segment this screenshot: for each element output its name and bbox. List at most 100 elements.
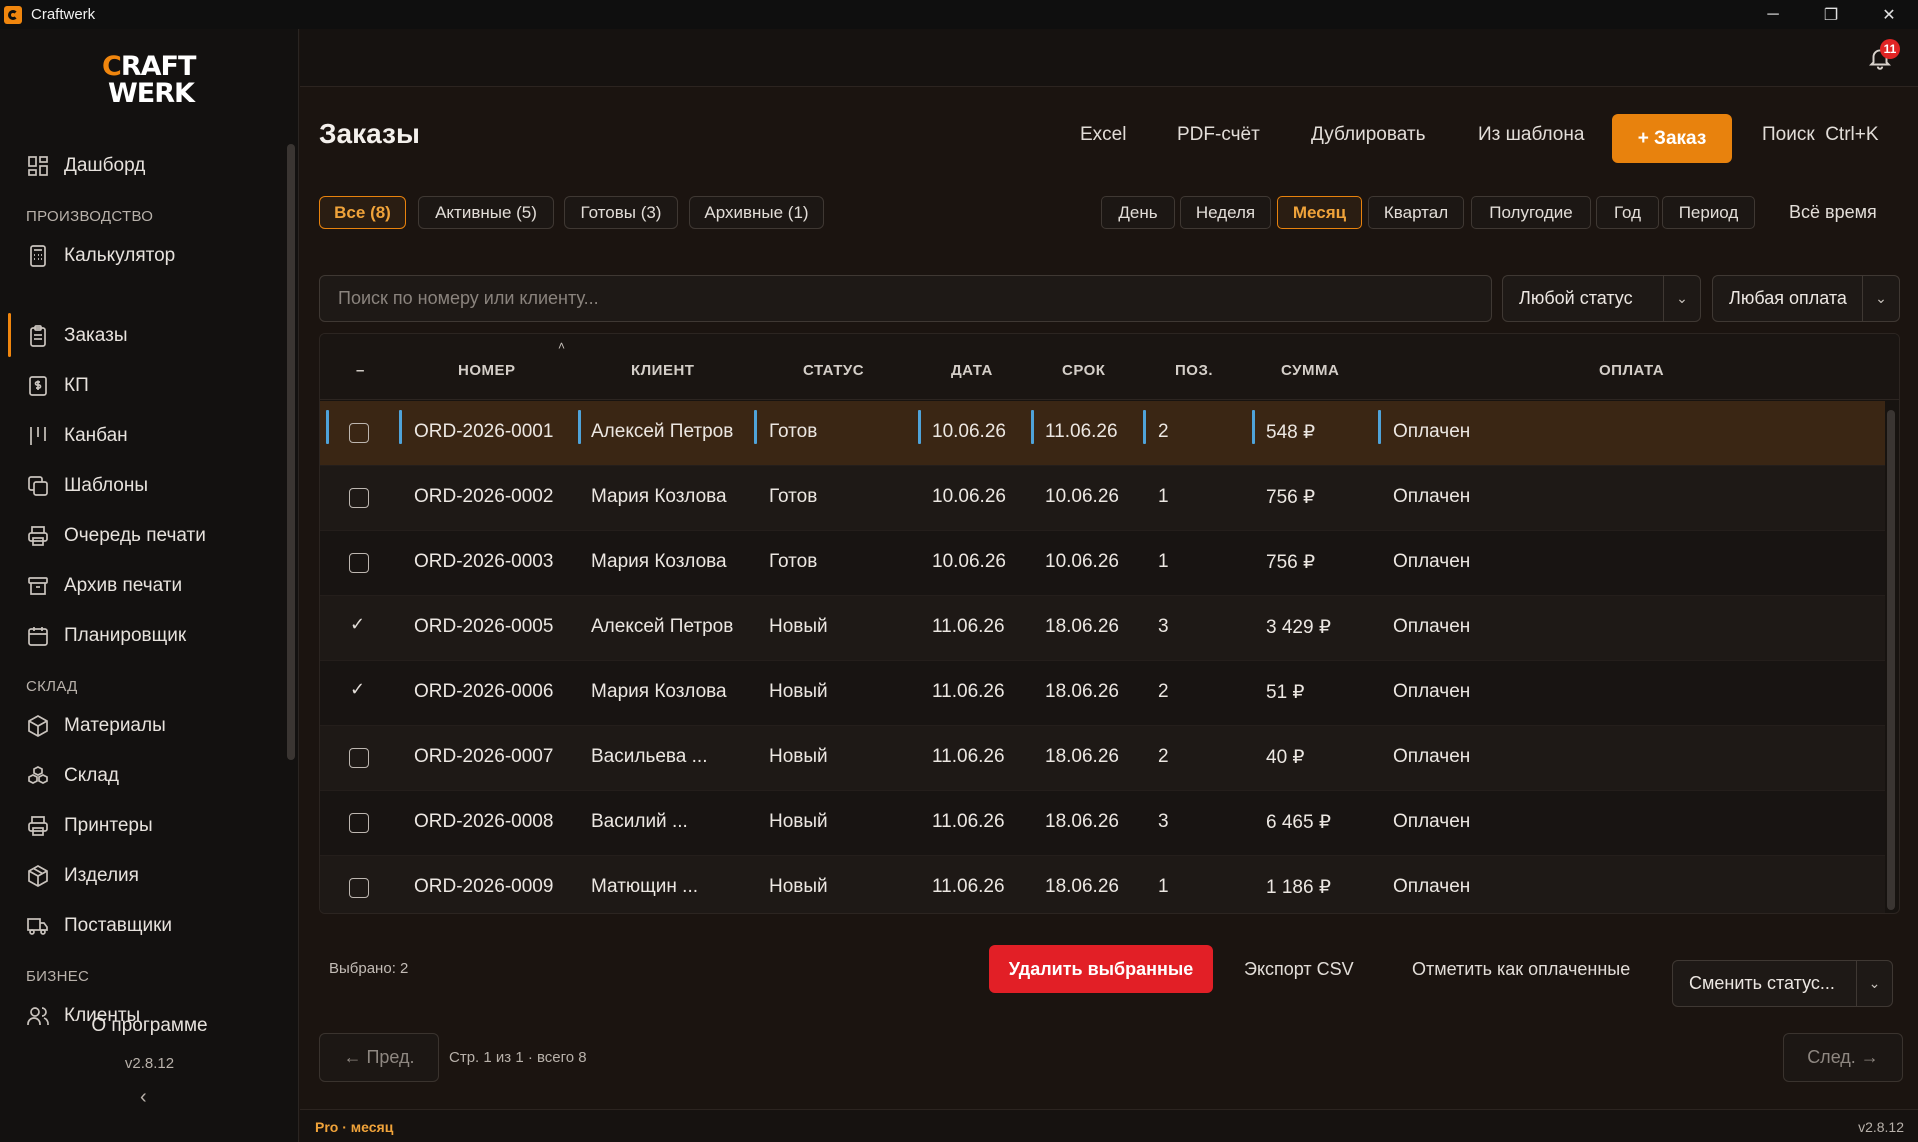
sidebar-item-label: Шаблоны [64, 475, 149, 496]
sidebar-scrollbar[interactable] [287, 144, 295, 760]
copy-icon [24, 472, 52, 500]
notifications-button[interactable]: 11 [1864, 39, 1900, 73]
period-week[interactable]: Неделя [1180, 196, 1271, 229]
sidebar-item-dashboard[interactable]: Дашборд [24, 146, 284, 186]
table-row[interactable]: ORD-2026-0002 Мария Козлова Готов 10.06.26 1… [320, 466, 1885, 531]
maximize-button[interactable]: ❐ [1802, 0, 1860, 29]
cell-status: Готов [769, 551, 818, 572]
table-row[interactable]: ✓ ORD-2026-0006 Мария Козлова Новый 11.06.26… [320, 661, 1885, 726]
cell-client: Мария Козлова [591, 551, 727, 572]
period-all-time[interactable]: Всё время [1789, 202, 1877, 223]
header-client[interactable]: КЛИЕНТ [631, 362, 694, 379]
period-custom[interactable]: Период [1662, 196, 1755, 229]
duplicate-button[interactable]: Дублировать [1311, 124, 1426, 146]
table-row[interactable]: ORD-2026-0003 Мария Козлова Готов 10.06.26 1… [320, 531, 1885, 596]
prev-page-button[interactable]: ← Пред. [319, 1033, 439, 1082]
from-template-button[interactable]: Из шаблона [1478, 124, 1584, 146]
sidebar-item-templates[interactable]: Шаблоны [24, 466, 284, 506]
row-checkbox[interactable] [349, 488, 369, 508]
table-row[interactable]: ORD-2026-0007 Васильева ... Новый 11.06.26 1… [320, 726, 1885, 791]
period-quarter[interactable]: Квартал [1368, 196, 1464, 229]
about-link[interactable]: О программе [0, 1015, 299, 1037]
row-checkbox[interactable] [349, 423, 369, 443]
plan-label[interactable]: Pro · месяц [315, 1119, 393, 1135]
sidebar-item-label: Поставщики [64, 915, 173, 936]
table-row[interactable]: ✓ ORD-2026-0005 Алексей Петров Новый 11.06.2… [320, 596, 1885, 661]
table-row[interactable]: ORD-2026-0008 Василий ... Новый 11.06.26 18.… [320, 791, 1885, 856]
add-order-button[interactable]: + Заказ [1612, 114, 1732, 163]
chevron-down-icon: ⌄ [1862, 276, 1899, 321]
printer-icon [24, 522, 52, 550]
cell-number: ORD-2026-0006 [414, 681, 554, 702]
sidebar-item-materials[interactable]: Материалы [24, 706, 284, 746]
period-month[interactable]: Месяц [1277, 196, 1362, 229]
sidebar-item-printers[interactable]: Принтеры [24, 806, 284, 846]
row-checkbox-checked[interactable]: ✓ [350, 614, 365, 635]
pagination-info: Стр. 1 из 1 · всего 8 [449, 1049, 587, 1066]
sidebar-item-print-queue[interactable]: Очередь печати [24, 516, 284, 556]
column-divider [918, 410, 921, 444]
filter-active[interactable]: Активные (5) [418, 196, 554, 229]
status-filter-value: Любой статус [1519, 288, 1633, 308]
package-icon [24, 862, 52, 890]
sidebar-item-products[interactable]: Изделия [24, 856, 284, 896]
excel-button[interactable]: Excel [1080, 124, 1126, 146]
header-items[interactable]: ПОЗ. [1175, 362, 1213, 379]
period-half-year[interactable]: Полугодие [1471, 196, 1591, 229]
header-date[interactable]: ДАТА [951, 362, 993, 379]
header-number[interactable]: НОМЕР [458, 362, 516, 379]
cell-number: ORD-2026-0005 [414, 616, 554, 637]
column-divider [1378, 410, 1381, 444]
header-sum[interactable]: СУММА [1281, 362, 1339, 379]
cell-sum: 40 ₽ [1266, 747, 1305, 768]
row-checkbox-checked[interactable]: ✓ [350, 679, 365, 700]
header-status[interactable]: СТАТУС [803, 362, 864, 379]
period-day[interactable]: День [1101, 196, 1175, 229]
app-icon [4, 5, 22, 24]
close-button[interactable]: ✕ [1860, 0, 1918, 29]
sidebar-item-print-archive[interactable]: Архив печати [24, 566, 284, 606]
cell-sum: 548 ₽ [1266, 422, 1316, 443]
collapse-sidebar-icon[interactable]: ‹ [140, 1086, 147, 1109]
search-input[interactable]: Поиск по номеру или клиенту... [319, 275, 1492, 322]
notification-badge: 11 [1880, 39, 1900, 59]
status-filter-select[interactable]: Любой статус ⌄ [1502, 275, 1701, 322]
minimize-button[interactable]: ─ [1744, 0, 1802, 29]
period-year[interactable]: Год [1596, 196, 1659, 229]
filter-archived[interactable]: Архивные (1) [689, 196, 824, 229]
header-select-all[interactable]: – [356, 362, 365, 379]
mark-paid-button[interactable]: Отметить как оплаченные [1412, 959, 1630, 980]
sidebar-item-calculator[interactable]: Калькулятор [24, 236, 284, 276]
cell-status: Готов [769, 421, 818, 442]
table-row[interactable]: ORD-2026-0001 Алексей Петров Готов 10.06.26… [320, 401, 1885, 466]
header-payment[interactable]: ОПЛАТА [1599, 362, 1664, 379]
table-scrollbar[interactable] [1887, 410, 1895, 910]
row-checkbox[interactable] [349, 813, 369, 833]
filter-ready[interactable]: Готовы (3) [564, 196, 678, 229]
cell-client: Мария Козлова [591, 681, 727, 702]
delete-selected-button[interactable]: Удалить выбранные [989, 945, 1213, 993]
sidebar-item-suppliers[interactable]: Поставщики [24, 906, 284, 946]
row-checkbox[interactable] [349, 553, 369, 573]
row-checkbox[interactable] [349, 878, 369, 898]
sidebar-item-warehouse[interactable]: Склад [24, 756, 284, 796]
pdf-invoice-button[interactable]: PDF-счёт [1177, 124, 1260, 146]
boxes-icon [24, 762, 52, 790]
change-status-select[interactable]: Сменить статус... ⌄ [1672, 960, 1893, 1007]
row-checkbox[interactable] [349, 748, 369, 768]
sidebar-item-kp[interactable]: КП [24, 366, 284, 406]
export-csv-button[interactable]: Экспорт CSV [1244, 959, 1354, 980]
header-due[interactable]: СРОК [1062, 362, 1105, 379]
payment-filter-select[interactable]: Любая оплата ⌄ [1712, 275, 1900, 322]
filter-all[interactable]: Все (8) [319, 196, 406, 229]
sidebar-item-orders[interactable]: Заказы [24, 316, 284, 356]
column-divider [1252, 410, 1255, 444]
sidebar-item-planner[interactable]: Планировщик [24, 616, 284, 656]
search-shortcut-button[interactable]: Поиск Ctrl+K [1762, 124, 1879, 146]
logo: CRAFT WERK [102, 53, 202, 113]
cell-date: 11.06.26 [932, 811, 1005, 832]
table-row[interactable]: ORD-2026-0009 Матющин ... Новый 11.06.26 18.… [320, 856, 1885, 913]
sidebar-item-kanban[interactable]: Канбан [24, 416, 284, 456]
next-page-button[interactable]: След. → [1783, 1033, 1903, 1082]
dashboard-icon [24, 152, 52, 180]
